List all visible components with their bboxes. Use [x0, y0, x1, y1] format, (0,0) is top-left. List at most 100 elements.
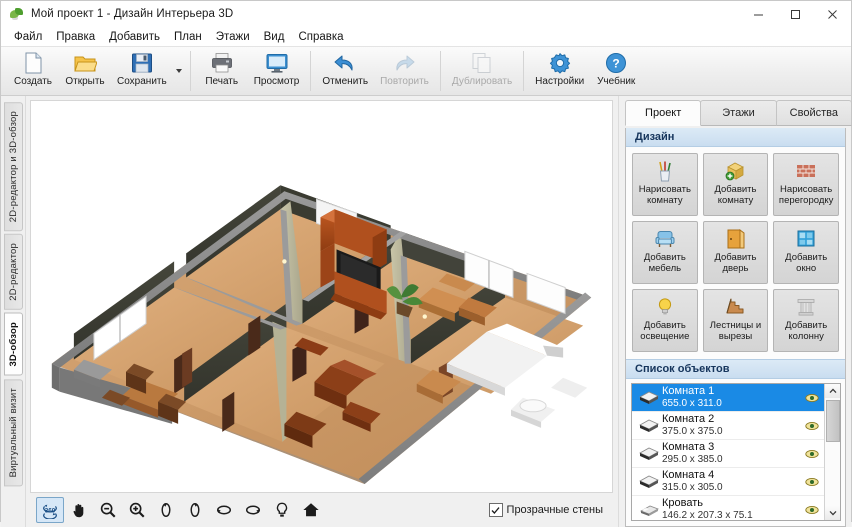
tutorial-button[interactable]: ? Учебник	[590, 49, 642, 95]
duplicate-button[interactable]: Дублировать	[446, 49, 518, 95]
view-tab-2d-and-3d[interactable]: 2D-редактор и 3D-обзор	[4, 102, 23, 231]
scroll-down-icon[interactable]	[825, 506, 840, 520]
add-door-label: Добавить дверь	[704, 253, 768, 274]
row-text: Комната 4 315.0 x 305.0	[662, 470, 802, 493]
main-toolbar: Создать Открыть Сохранить	[1, 46, 851, 96]
menu-item-view[interactable]: Вид	[257, 29, 292, 45]
view-mode-tabs: 2D-редактор и 3D-обзор 2D-редактор 3D-об…	[1, 96, 26, 527]
object-dimensions: 375.0 x 375.0	[662, 426, 802, 438]
visibility-eye-icon[interactable]	[802, 393, 822, 403]
toolbar-separator	[523, 51, 524, 91]
save-dropdown-button[interactable]	[173, 49, 185, 93]
objects-list[interactable]: Комната 1 655.0 x 311.0	[632, 384, 824, 520]
settings-button[interactable]: Настройки	[529, 49, 590, 95]
add-door-button[interactable]: Добавить дверь	[703, 221, 769, 284]
add-column-button[interactable]: Добавить колонну	[773, 289, 839, 352]
new-button[interactable]: Создать	[7, 49, 59, 95]
table-row[interactable]: Кровать 146.2 x 207.3 x 75.1	[632, 496, 824, 520]
scrollbar-thumb[interactable]	[826, 400, 840, 442]
visibility-eye-icon[interactable]	[802, 505, 822, 515]
add-lighting-button[interactable]: Добавить освещение	[632, 289, 698, 352]
chevron-down-icon	[176, 69, 182, 73]
scrollbar-track[interactable]	[825, 398, 840, 506]
menu-item-plan[interactable]: План	[167, 29, 209, 45]
floorplan-3d-render	[31, 101, 612, 492]
pan-hand-icon[interactable]	[65, 497, 93, 523]
stairs-icon	[723, 294, 747, 320]
transparent-walls-checkbox[interactable]: Прозрачные стены	[489, 503, 611, 517]
preview-button[interactable]: Просмотр	[248, 49, 306, 95]
toolbar-separator	[310, 51, 311, 91]
view-tab-3d-overview[interactable]: 3D-обзор	[4, 313, 23, 376]
scroll-up-icon[interactable]	[825, 384, 840, 398]
add-furniture-button[interactable]: Добавить мебель	[632, 221, 698, 284]
monitor-preview-icon	[265, 51, 289, 75]
orbit-360-icon[interactable]: 360	[36, 497, 64, 523]
tab-floors[interactable]: Этажи	[700, 100, 776, 126]
table-row[interactable]: Комната 4 315.0 x 305.0	[632, 468, 824, 496]
tab-properties[interactable]: Свойства	[776, 100, 852, 126]
menu-item-edit[interactable]: Правка	[49, 29, 102, 45]
rotate-vertical-left-icon[interactable]	[152, 497, 180, 523]
tutorial-button-label: Учебник	[597, 76, 635, 87]
open-button-label: Открыть	[65, 76, 104, 87]
add-window-button[interactable]: Добавить окно	[773, 221, 839, 284]
visibility-eye-icon[interactable]	[802, 477, 822, 487]
add-column-label: Добавить колонну	[774, 321, 838, 342]
svg-text:?: ?	[613, 57, 620, 71]
rotate-horizontal-left-icon[interactable]	[210, 497, 238, 523]
tab-project[interactable]: Проект	[625, 100, 701, 126]
menu-item-file[interactable]: Файл	[7, 29, 49, 45]
maximize-icon[interactable]	[777, 1, 814, 27]
objects-section-header: Список объектов	[626, 359, 845, 379]
printer-icon	[210, 51, 234, 75]
rotate-vertical-right-icon[interactable]	[181, 497, 209, 523]
view-tab-2d-editor[interactable]: 2D-редактор	[4, 234, 23, 310]
redo-arrow-icon	[392, 51, 416, 75]
row-text: Комната 2 375.0 x 375.0	[662, 414, 802, 437]
add-room-box-icon	[723, 158, 747, 184]
window-title: Мой проект 1 - Дизайн Интерьера 3D	[31, 8, 233, 20]
object-name: Комната 2	[662, 414, 802, 426]
right-panel-tabs: Проект Этажи Свойства	[619, 96, 851, 128]
visibility-eye-icon[interactable]	[802, 421, 822, 431]
home-icon[interactable]	[297, 497, 325, 523]
add-room-button[interactable]: Добавить комнату	[703, 153, 769, 216]
open-button[interactable]: Открыть	[59, 49, 111, 95]
objects-list-scrollbar[interactable]	[824, 384, 840, 520]
table-row[interactable]: Комната 2 375.0 x 375.0	[632, 412, 824, 440]
minimize-icon[interactable]	[740, 1, 777, 27]
undo-button[interactable]: Отменить	[316, 49, 374, 95]
row-text: Кровать 146.2 x 207.3 x 75.1	[662, 498, 802, 520]
close-icon[interactable]	[814, 1, 851, 27]
visibility-eye-icon[interactable]	[802, 449, 822, 459]
row-text: Комната 3 295.0 x 385.0	[662, 442, 802, 465]
stairs-cutouts-button[interactable]: Лестницы и вырезы	[703, 289, 769, 352]
print-button[interactable]: Печать	[196, 49, 248, 95]
zoom-out-icon[interactable]	[94, 497, 122, 523]
brick-wall-icon	[794, 158, 818, 184]
table-row[interactable]: Комната 1 655.0 x 311.0	[632, 384, 824, 412]
undo-arrow-icon	[333, 51, 357, 75]
draw-partition-button[interactable]: Нарисовать перегородку	[773, 153, 839, 216]
stairs-cutouts-label: Лестницы и вырезы	[704, 321, 768, 342]
viewport-3d[interactable]	[30, 100, 613, 493]
duplicate-button-label: Дублировать	[452, 76, 512, 87]
draw-room-button[interactable]: Нарисовать комнату	[632, 153, 698, 216]
object-name: Комната 4	[662, 470, 802, 482]
lightbulb-icon[interactable]	[268, 497, 296, 523]
rotate-horizontal-right-icon[interactable]	[239, 497, 267, 523]
zoom-in-icon[interactable]	[123, 497, 151, 523]
redo-button[interactable]: Повторить	[374, 49, 435, 95]
menu-item-floors[interactable]: Этажи	[209, 29, 257, 45]
menu-item-add[interactable]: Добавить	[102, 29, 167, 45]
right-panel: Проект Этажи Свойства Дизайн	[618, 96, 851, 527]
object-name: Комната 1	[662, 386, 802, 398]
save-floppy-icon	[130, 51, 154, 75]
save-button[interactable]: Сохранить	[111, 49, 173, 95]
table-row[interactable]: Комната 3 295.0 x 385.0	[632, 440, 824, 468]
add-furniture-label: Добавить мебель	[633, 253, 697, 274]
menu-item-help[interactable]: Справка	[291, 29, 350, 45]
add-room-label: Добавить комнату	[704, 185, 768, 206]
view-tab-virtual-visit[interactable]: Виртуальный визит	[4, 379, 23, 486]
